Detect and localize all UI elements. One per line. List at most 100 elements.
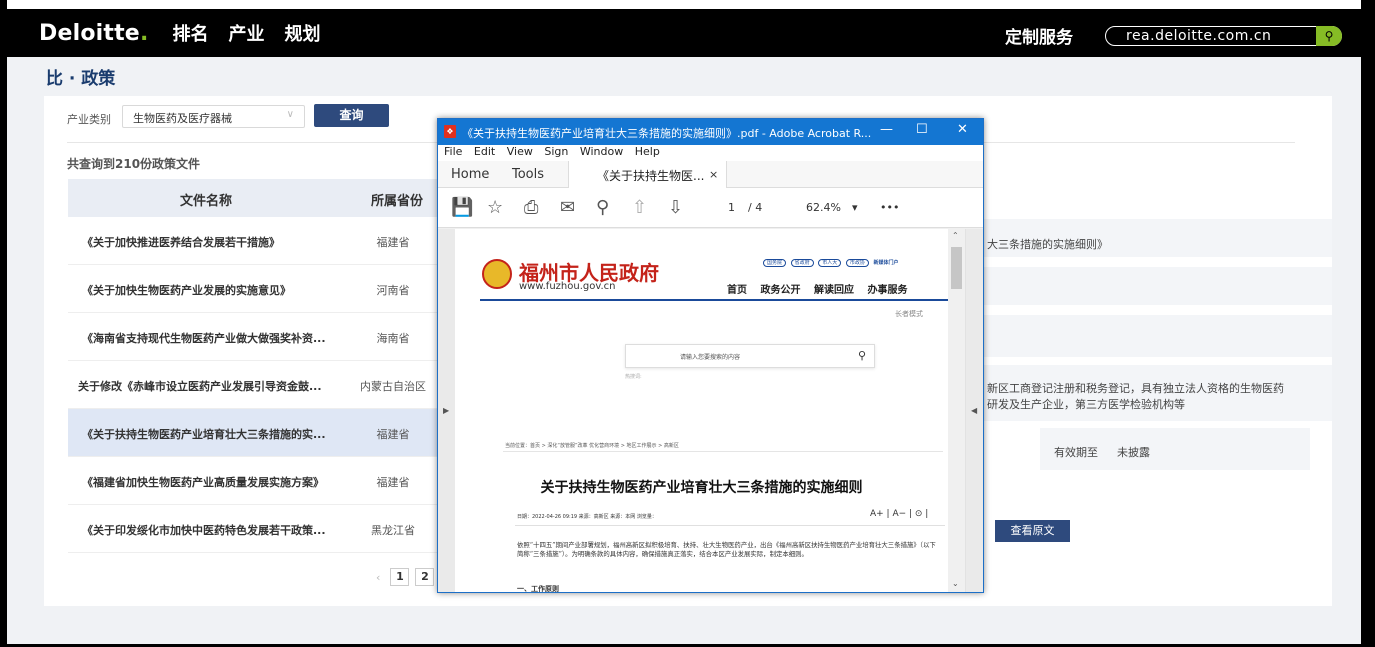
row-province: 黑龙江省: [371, 524, 415, 537]
chevron-down-icon: ∨: [286, 109, 294, 120]
tab-tools[interactable]: Tools: [512, 167, 544, 182]
expand-left-icon: ▶: [443, 406, 450, 415]
tab-home[interactable]: Home: [451, 167, 489, 182]
tab-document[interactable]: 《关于扶持生物医... ×: [568, 161, 727, 188]
column-header-name: 文件名称: [180, 194, 233, 209]
gov-nav-item: 政务公开: [760, 285, 801, 296]
zoom-dropdown-icon[interactable]: ▾: [852, 201, 858, 214]
left-pane-toggle[interactable]: ▶: [438, 229, 455, 592]
table-row[interactable]: 《关于印发绥化市加快中医药特色发展若干政策... 黑龙江省: [68, 505, 448, 553]
vertical-scrollbar[interactable]: ⌃ ⌄: [948, 229, 965, 592]
save-icon[interactable]: 💾: [451, 197, 473, 218]
tab-bar: Home Tools 《关于扶持生物医... ×: [438, 161, 983, 188]
screen: Deloitte. 排名 产业 规划 定制服务 rea.deloitte.com…: [0, 0, 1375, 647]
deloitte-logo[interactable]: Deloitte.: [39, 21, 149, 46]
detail-desc-line1: 新区工商登记注册和税务登记，具有独立法人资格的生物医药: [987, 382, 1284, 395]
page-up-icon[interactable]: ⇧: [632, 197, 647, 218]
table-row[interactable]: 《福建省加快生物医药产业高质量发展实施方案》 福建省: [68, 457, 448, 505]
detail-desc-line2: 研发及生产企业，第三方医学检验机构等: [987, 398, 1185, 411]
gov-link: 市人大: [818, 259, 842, 267]
pdf-page[interactable]: 福州市人民政府 www.fuzhou.gov.cn 国务院 省政府 市人大 市政…: [455, 229, 948, 592]
article-title: 关于扶持生物医药产业培育壮大三条措施的实施细则: [540, 480, 863, 496]
nav-ranking[interactable]: 排名: [173, 20, 209, 46]
print-icon[interactable]: ⎙: [524, 197, 538, 218]
gov-search-box: 请输入您要搜索的内容 ⚲: [625, 344, 875, 368]
nav-planning[interactable]: 规划: [285, 20, 321, 46]
detail-policy-title: 大三条措施的实施细则》: [987, 238, 1108, 251]
expand-right-icon: ◀: [971, 406, 978, 415]
table-row[interactable]: 《关于加快生物医药产业发展的实施意见》 河南省: [68, 265, 448, 313]
row-name: 《关于扶持生物医药产业培育壮大三条措施的实...: [82, 428, 326, 441]
maximize-button[interactable]: ☐: [916, 122, 928, 137]
row-province: 福建省: [376, 428, 410, 441]
page-1-button[interactable]: 1: [390, 568, 410, 586]
menu-window[interactable]: Window: [580, 145, 623, 158]
table-row[interactable]: 关于修改《赤峰市设立医药产业发展引导资金鼓... 内蒙古自治区: [68, 361, 448, 409]
gov-nav-item: 解读回应: [813, 285, 854, 296]
tab-document-label: 《关于扶持生物医...: [597, 169, 705, 183]
email-icon[interactable]: ✉: [560, 197, 575, 218]
close-button[interactable]: ✕: [957, 122, 968, 137]
document-area: ▶ 福州市人民政府 www.fuzhou.gov.cn 国务院 省政府 市人大 …: [438, 229, 983, 592]
scroll-down-icon[interactable]: ⌄: [952, 579, 959, 588]
gov-nav-item: 首页: [727, 285, 747, 296]
row-name: 关于修改《赤峰市设立医药产业发展引导资金鼓...: [78, 380, 322, 393]
industry-filter-label: 产业类别: [67, 113, 111, 126]
table-row[interactable]: 《关于加快推进医养结合发展若干措施》 福建省: [68, 217, 448, 265]
search-icon: ⚲: [857, 349, 866, 362]
industry-select[interactable]: 生物医药及医疗器械 ∨: [122, 105, 305, 128]
industry-select-value: 生物医药及医疗器械: [133, 112, 232, 125]
page-down-icon[interactable]: ⇩: [668, 197, 683, 218]
site-search-box[interactable]: rea.deloitte.com.cn ⚲: [1105, 26, 1342, 46]
top-nav-bar: Deloitte. 排名 产业 规划 定制服务 rea.deloitte.com…: [7, 9, 1361, 57]
gov-quick-links: 国务院 省政府 市人大 市政协 新媒体门户: [763, 259, 898, 267]
row-province: 内蒙古自治区: [360, 380, 426, 393]
nav-industry[interactable]: 产业: [229, 20, 265, 46]
menu-sign[interactable]: Sign: [544, 145, 568, 158]
detail-band: [980, 315, 1332, 357]
view-original-button[interactable]: 查看原文: [995, 520, 1070, 542]
gov-elder-mode: 长者模式: [895, 310, 923, 318]
gov-link: 市政协: [845, 259, 869, 267]
page-number-field[interactable]: 1: [728, 201, 735, 214]
row-province: 福建省: [376, 236, 410, 249]
menu-view[interactable]: View: [507, 145, 533, 158]
gov-site-url: www.fuzhou.gov.cn: [519, 281, 616, 292]
gov-hot-words: 热搜词:: [625, 374, 642, 380]
gov-link: 省政府: [790, 259, 814, 267]
window-title: 《关于扶持生物医药产业培育壮大三条措施的实施细则》.pdf - Adobe Ac…: [462, 127, 872, 140]
zoom-level[interactable]: 62.4%: [806, 201, 841, 214]
scroll-thumb[interactable]: [951, 247, 962, 289]
bookmark-star-icon[interactable]: ☆: [487, 197, 503, 218]
page-2-button[interactable]: 2: [415, 568, 435, 586]
row-province: 福建省: [376, 476, 410, 489]
tab-close-icon[interactable]: ×: [709, 168, 718, 181]
prev-page-button[interactable]: ‹: [376, 571, 380, 584]
breadcrumb: 当前位置：首页 > 深化“放管服”改革 优化营商环境 > 地区工作展示 > 高新…: [505, 443, 679, 449]
more-tools-icon[interactable]: •••: [880, 201, 899, 214]
menu-file[interactable]: File: [444, 145, 462, 158]
zoom-search-icon[interactable]: ⚲: [596, 197, 609, 218]
acrobat-title-bar[interactable]: ❖ 《关于扶持生物医药产业培育壮大三条措施的实施细则》.pdf - Adobe …: [438, 119, 983, 145]
result-count: 共查询到210份政策文件: [67, 157, 201, 171]
acrobat-toolbar: 💾 ☆ ⎙ ✉ ⚲ ⇧ ⇩ 1 / 4 62.4% ▾ •••: [438, 188, 983, 228]
search-icon[interactable]: ⚲: [1316, 26, 1342, 46]
expire-label: 有效期至: [1054, 446, 1098, 459]
table-row-selected[interactable]: 《关于扶持生物医药产业培育壮大三条措施的实... 福建省: [68, 409, 448, 457]
menu-help[interactable]: Help: [635, 145, 660, 158]
page-title: 比 · 政策: [46, 69, 116, 89]
article-body: 依照“十四五”期间产业部署规划，福州高新区拟积极培育、扶持、壮大生物医药产业，出…: [517, 541, 936, 558]
row-name: 《海南省支持现代生物医药产业做大做强奖补资...: [82, 332, 326, 345]
detail-band: [980, 267, 1332, 305]
row-name: 《福建省加快生物医药产业高质量发展实施方案》: [82, 476, 324, 489]
row-name: 《关于加快生物医药产业发展的实施意见》: [82, 284, 291, 297]
custom-service-link[interactable]: 定制服务: [1005, 23, 1073, 48]
query-button[interactable]: 查询: [314, 104, 389, 127]
table-row[interactable]: 《海南省支持现代生物医药产业做大做强奖补资... 海南省: [68, 313, 448, 361]
national-emblem-icon: [482, 259, 512, 289]
right-pane-toggle[interactable]: ◀: [966, 229, 983, 592]
article-font-tools: A+ | A− | ⊙ |: [870, 509, 929, 519]
minimize-button[interactable]: —: [880, 122, 893, 137]
scroll-up-icon[interactable]: ⌃: [952, 231, 959, 240]
menu-edit[interactable]: Edit: [474, 145, 495, 158]
